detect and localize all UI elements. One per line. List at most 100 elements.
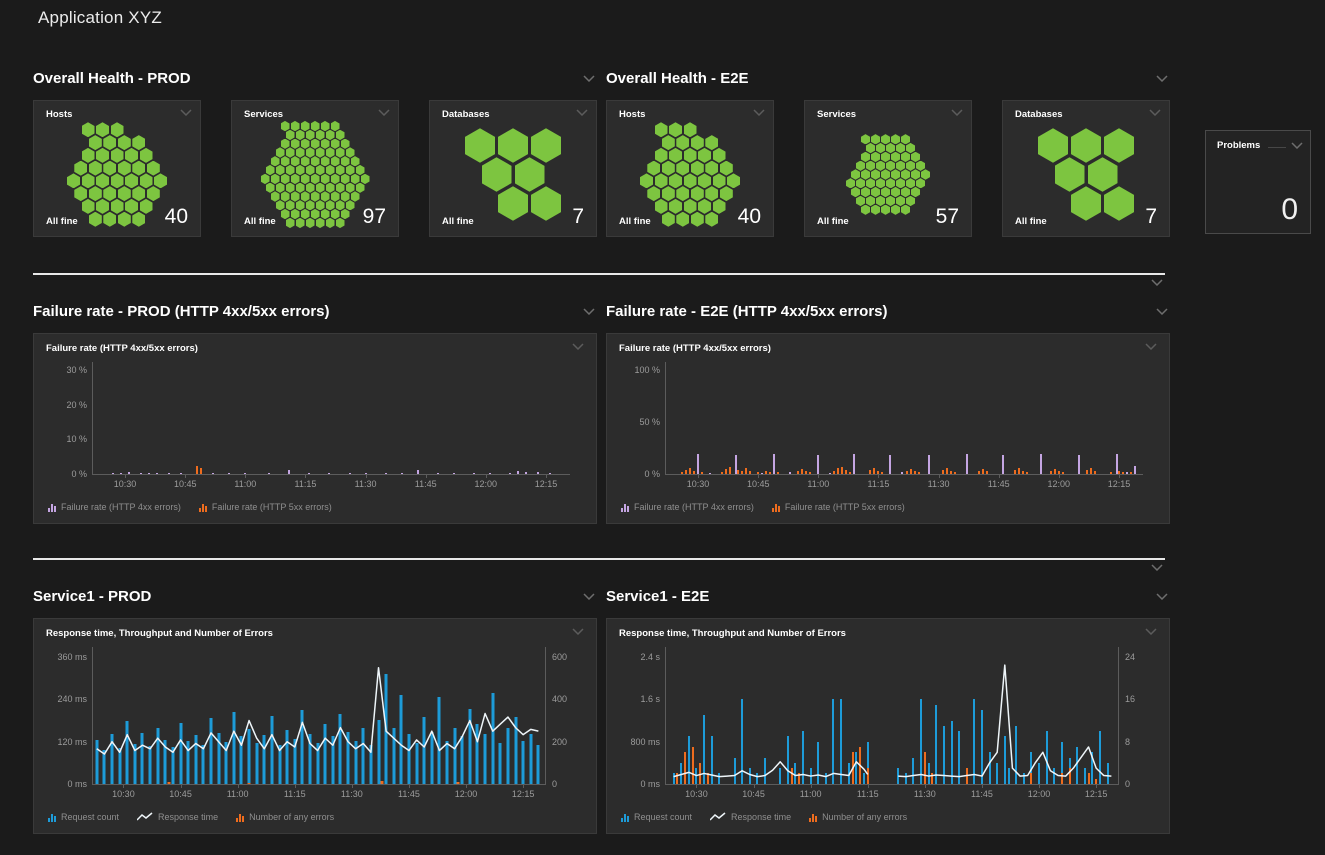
legend-item[interactable]: Failure rate (HTTP 5xx errors) <box>772 502 905 512</box>
legend-item[interactable]: Failure rate (HTTP 4xx errors) <box>48 502 181 512</box>
chevron-down-icon[interactable] <box>1151 564 1163 571</box>
x-axis-tick-label: 11:45 <box>415 479 437 489</box>
hexagon-health-cell <box>281 139 290 149</box>
x-axis-tick <box>999 474 1000 478</box>
hexagon-health-cell <box>89 161 102 176</box>
hexagon-health-cell <box>713 173 726 188</box>
service-prod-chart-tile[interactable]: Response time, Throughput and Number of … <box>33 618 597 834</box>
chart-bar <box>773 454 775 474</box>
problems-tile[interactable]: Problems 0 <box>1205 130 1311 234</box>
health-tile-hosts-e2e[interactable]: Hosts All fine 40 <box>606 100 774 237</box>
chart-bar <box>1062 472 1064 474</box>
chart-bar <box>833 471 835 474</box>
health-tile-databases-prod[interactable]: Databases All fine 7 <box>429 100 597 237</box>
chevron-down-icon[interactable] <box>572 628 584 635</box>
legend-item[interactable]: Number of any errors <box>236 812 334 822</box>
legend-item[interactable]: Number of any errors <box>809 812 907 822</box>
hexagon-health-cell <box>356 183 365 193</box>
service-prod-plot[interactable]: 360 ms240 ms120 ms0 ms600400200010:3010:… <box>92 647 546 785</box>
failure-e2e-chart-tile[interactable]: Failure rate (HTTP 4xx/5xx errors) 100 %… <box>606 333 1170 524</box>
hexagon-health-cell <box>906 143 915 153</box>
chart-bar <box>549 473 551 474</box>
legend-label: Number of any errors <box>249 812 334 822</box>
health-tile-hosts-prod[interactable]: Hosts All fine 40 <box>33 100 201 237</box>
chart-bar <box>765 471 767 474</box>
chart-bar <box>942 470 944 474</box>
x-axis-tick-label: 12:15 <box>535 479 558 489</box>
chevron-down-icon[interactable] <box>583 75 595 82</box>
chevron-down-icon[interactable] <box>378 109 390 116</box>
x-axis-tick <box>811 784 812 788</box>
health-tile-databases-e2e[interactable]: Databases All fine 7 <box>1002 100 1170 237</box>
legend-label: Number of any errors <box>822 812 907 822</box>
hexagon-health-cell <box>331 174 340 184</box>
health-tile-services-prod[interactable]: Services All fine 97 <box>231 100 399 237</box>
chevron-down-icon[interactable] <box>753 109 765 116</box>
failure-e2e-plot[interactable]: 100 %50 %0 %10:3010:4511:0011:1511:3011:… <box>665 362 1143 475</box>
hexagon-health-cell <box>691 161 704 176</box>
service-e2e-plot[interactable]: 2.4 s1.6 s800 ms0 ms24168010:3010:4511:0… <box>665 647 1119 785</box>
chart-bar <box>709 473 711 474</box>
chart-bar <box>489 473 491 474</box>
hexagon-health-cell <box>125 173 138 188</box>
chevron-down-icon[interactable] <box>1149 109 1161 116</box>
chevron-down-icon[interactable] <box>583 308 595 315</box>
chart-bar <box>212 473 214 474</box>
hexagon-health-cell <box>1104 128 1134 163</box>
hexagon-health-cell <box>886 143 895 153</box>
chart-bar <box>761 473 763 474</box>
x-axis-tick <box>366 474 367 478</box>
chevron-down-icon[interactable] <box>1145 628 1157 635</box>
chevron-down-icon[interactable] <box>1145 343 1157 350</box>
hexagon-health-cell <box>296 147 305 157</box>
chart-bar <box>873 468 875 474</box>
chart-bar <box>928 455 930 474</box>
chevron-down-icon[interactable] <box>1291 142 1303 149</box>
x-axis-tick-label: 10:30 <box>685 789 708 799</box>
entity-count: 40 <box>165 206 188 227</box>
chevron-down-icon[interactable] <box>1156 75 1168 82</box>
chevron-down-icon[interactable] <box>951 109 963 116</box>
legend-item[interactable]: Response time <box>710 812 791 822</box>
x-axis-tick <box>925 784 926 788</box>
hexagon-health-cell <box>662 135 675 150</box>
chevron-down-icon[interactable] <box>1156 593 1168 600</box>
entity-count: 40 <box>738 206 761 227</box>
failure-prod-chart-tile[interactable]: Failure rate (HTTP 4xx/5xx errors) 30 %2… <box>33 333 597 524</box>
hexagon-health-cell <box>103 161 116 176</box>
problems-section: Problems 0 <box>1205 130 1311 237</box>
x-axis-tick-label: 10:30 <box>114 479 137 489</box>
legend-item[interactable]: Failure rate (HTTP 4xx errors) <box>621 502 754 512</box>
chevron-down-icon[interactable] <box>576 109 588 116</box>
chart-bar <box>701 472 703 474</box>
legend-item[interactable]: Request count <box>621 812 692 822</box>
y-axis-tick-label: 240 ms <box>57 694 87 704</box>
legend-item[interactable]: Response time <box>137 812 218 822</box>
hexagon-health-cell <box>906 196 915 206</box>
bar-series-icon <box>48 813 56 822</box>
chart-bar <box>140 473 142 474</box>
failure-prod-plot[interactable]: 30 %20 %10 %0 %10:3010:4511:0011:1511:30… <box>92 362 570 475</box>
status-text: All fine <box>1015 216 1047 227</box>
y-axis-tick-label: 120 ms <box>57 737 87 747</box>
hexagon-health-cell <box>336 147 345 157</box>
legend-item[interactable]: Request count <box>48 812 119 822</box>
service-e2e-chart-tile[interactable]: Response time, Throughput and Number of … <box>606 618 1170 834</box>
health-tile-services-e2e[interactable]: Services All fine 57 <box>804 100 972 237</box>
legend-item[interactable]: Failure rate (HTTP 5xx errors) <box>199 502 332 512</box>
hexagon-health-cell <box>291 121 300 131</box>
hexagon-health-cell <box>1071 128 1101 163</box>
chevron-down-icon[interactable] <box>572 343 584 350</box>
legend-label: Failure rate (HTTP 4xx errors) <box>61 502 181 512</box>
hexagon-health-cell <box>866 178 875 188</box>
chevron-down-icon[interactable] <box>180 109 192 116</box>
x-axis-tick <box>245 474 246 478</box>
chart-bar <box>437 473 439 474</box>
x-axis-tick-label: 11:00 <box>807 479 829 489</box>
bar-series-icon <box>199 503 207 512</box>
x-axis-tick-label: 11:30 <box>928 479 950 489</box>
chevron-down-icon[interactable] <box>1156 308 1168 315</box>
chevron-down-icon[interactable] <box>583 593 595 600</box>
hexagon-health-cell <box>1038 128 1068 163</box>
chevron-down-icon[interactable] <box>1151 279 1163 286</box>
